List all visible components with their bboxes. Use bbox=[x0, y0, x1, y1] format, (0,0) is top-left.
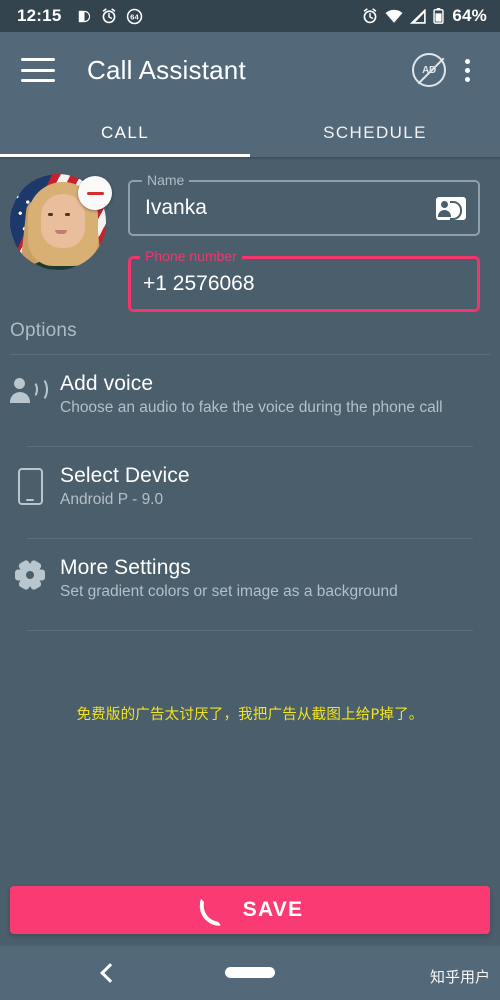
alarm-icon bbox=[101, 8, 117, 24]
option-subtitle: Android P - 9.0 bbox=[60, 491, 164, 508]
avatar-eye-right bbox=[65, 213, 70, 216]
avatar-face bbox=[41, 194, 85, 248]
app-bar: Call Assistant AD bbox=[0, 32, 500, 108]
page-title: Call Assistant bbox=[87, 54, 246, 85]
tab-call[interactable]: CALL bbox=[0, 108, 250, 157]
smartphone-icon bbox=[0, 463, 60, 505]
remove-ads-button[interactable]: AD bbox=[412, 53, 446, 87]
avatar-container[interactable] bbox=[10, 174, 112, 274]
name-field[interactable]: Name Ivanka bbox=[128, 168, 480, 236]
gear-icon bbox=[0, 555, 60, 591]
kebab-icon[interactable] bbox=[452, 53, 482, 87]
ad-blocked-icon: AD bbox=[412, 53, 446, 87]
save-button[interactable]: SAVE bbox=[10, 886, 490, 934]
back-chevron-icon[interactable] bbox=[100, 962, 114, 984]
option-select-device[interactable]: Select Device Android P - 9.0 bbox=[0, 447, 500, 526]
wifi-icon bbox=[385, 9, 403, 24]
tab-schedule[interactable]: SCHEDULE bbox=[250, 108, 500, 157]
annotation-note: 免费版的广告太讨厌了，我把广告从截图上给P掉了。 bbox=[76, 707, 424, 723]
alarm-icon bbox=[362, 8, 378, 24]
avatar-eye-left bbox=[48, 213, 53, 216]
hamburger-icon[interactable] bbox=[21, 58, 55, 82]
options-header: Options bbox=[10, 320, 77, 341]
app-bar-shadow bbox=[0, 157, 500, 160]
status-bar-right-icons: 64% bbox=[362, 6, 487, 26]
option-title: Add voice bbox=[60, 372, 154, 395]
record-voice-icon bbox=[0, 371, 60, 404]
phone-input[interactable]: +1 2576068 bbox=[143, 256, 255, 312]
form-fields: Name Ivanka Phone number +1 2576068 bbox=[128, 168, 480, 312]
option-subtitle: Choose an audio to fake the voice during… bbox=[60, 399, 443, 416]
pick-contact-button[interactable] bbox=[436, 180, 466, 236]
option-add-voice[interactable]: Add voice Choose an audio to fake the vo… bbox=[0, 355, 500, 434]
watermark: 知乎用户 bbox=[429, 968, 490, 986]
contacts-icon bbox=[436, 196, 466, 220]
options-section: Options Add voice Choose an audio to fak… bbox=[0, 320, 500, 631]
home-pill-icon[interactable] bbox=[225, 967, 275, 978]
dnd-icon bbox=[77, 9, 92, 24]
divider bbox=[27, 630, 473, 631]
remove-photo-button[interactable] bbox=[78, 176, 112, 210]
svg-text:64: 64 bbox=[131, 12, 140, 21]
phone-icon bbox=[197, 898, 221, 922]
option-title: More Settings bbox=[60, 556, 191, 579]
count-badge-icon: 64 bbox=[126, 8, 143, 25]
cellular-signal-icon bbox=[410, 7, 427, 24]
app-screen: 12:15 64 64% Call Assistant AD CALL SCHE… bbox=[0, 0, 500, 1000]
name-input[interactable]: Ivanka bbox=[145, 180, 207, 236]
remove-icon bbox=[86, 191, 104, 195]
status-bar: 12:15 64 64% bbox=[0, 0, 500, 32]
option-subtitle: Set gradient colors or set image as a ba… bbox=[60, 583, 398, 600]
status-bar-clock: 12:15 bbox=[17, 6, 62, 25]
battery-icon bbox=[433, 8, 445, 24]
phone-field[interactable]: Phone number +1 2576068 bbox=[128, 244, 480, 312]
status-bar-left-icons: 64 bbox=[77, 8, 143, 25]
tab-bar: CALL SCHEDULE bbox=[0, 108, 500, 157]
option-title: Select Device bbox=[60, 464, 190, 487]
save-button-label: SAVE bbox=[242, 898, 304, 921]
system-nav-bar bbox=[0, 946, 500, 1000]
ad-label: AD bbox=[422, 64, 436, 76]
option-more-settings[interactable]: More Settings Set gradient colors or set… bbox=[0, 539, 500, 618]
battery-percent-label: 64% bbox=[452, 6, 487, 25]
